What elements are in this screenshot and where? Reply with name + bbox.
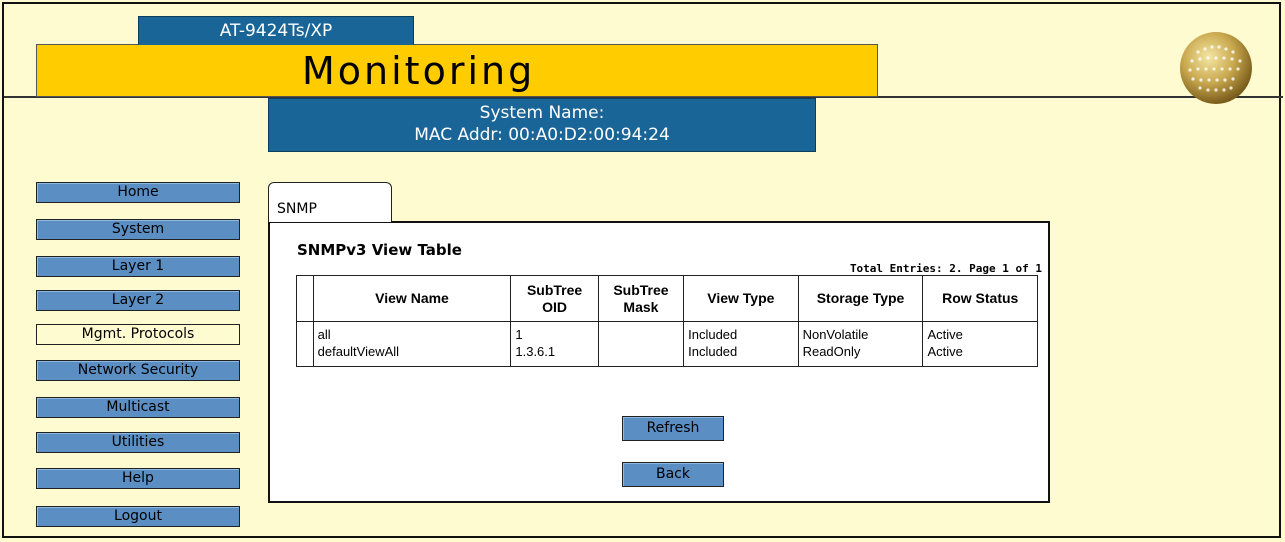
nav-layer1-button[interactable]: Layer 1 bbox=[36, 256, 240, 277]
table-cell: Included bbox=[683, 321, 799, 344]
table-header-row: View Name SubTree OID SubTree Mask View … bbox=[296, 275, 1038, 322]
nav-utilities-button[interactable]: Utilities bbox=[36, 432, 240, 453]
table-cell: all bbox=[312, 321, 512, 344]
table-cell: Included bbox=[683, 344, 799, 367]
table-cell: NonVolatile bbox=[797, 321, 924, 344]
column-header: Storage Type bbox=[797, 275, 924, 322]
table-cell: Active bbox=[922, 321, 1038, 344]
nav-logout-button[interactable]: Logout bbox=[36, 506, 240, 527]
table-cell bbox=[597, 344, 685, 367]
mac-address-label: MAC Addr: 00:A0:D2:00:94:24 bbox=[414, 125, 670, 145]
system-info-box: System Name: MAC Addr: 00:A0:D2:00:94:24 bbox=[268, 98, 816, 152]
globe-icon bbox=[1180, 32, 1252, 104]
table-cell: 1 bbox=[510, 321, 599, 344]
table-cell: ReadOnly bbox=[797, 344, 924, 367]
column-header: SubTree Mask bbox=[597, 275, 685, 322]
row-selector[interactable] bbox=[296, 321, 314, 344]
table-cell: 1.3.6.1 bbox=[510, 344, 599, 367]
model-label: AT-9424Ts/XP bbox=[138, 16, 414, 45]
table-row[interactable]: all 1 Included NonVolatile Active bbox=[296, 321, 1038, 344]
row-selector[interactable] bbox=[296, 344, 314, 367]
column-header: Row Status bbox=[922, 275, 1038, 322]
nav-network-security-button[interactable]: Network Security bbox=[36, 360, 240, 381]
table-title: SNMPv3 View Table bbox=[297, 241, 462, 259]
nav-system-button[interactable]: System bbox=[36, 219, 240, 240]
table-row[interactable]: defaultViewAll 1.3.6.1 Included ReadOnly… bbox=[296, 344, 1038, 367]
table-cell: Active bbox=[922, 344, 1038, 367]
snmp-view-table: View Name SubTree OID SubTree Mask View … bbox=[296, 275, 1038, 367]
nav-home-button[interactable]: Home bbox=[36, 182, 240, 203]
nav-mgmt-protocols-button[interactable]: Mgmt. Protocols bbox=[36, 324, 240, 345]
table-cell: defaultViewAll bbox=[312, 344, 512, 367]
content-panel: SNMPv3 View Table Total Entries: 2. Page… bbox=[268, 221, 1050, 503]
page-title: Monitoring bbox=[302, 49, 536, 93]
column-header: View Type bbox=[683, 275, 799, 322]
nav-help-button[interactable]: Help bbox=[36, 468, 240, 489]
nav-layer2-button[interactable]: Layer 2 bbox=[36, 290, 240, 311]
table-cell bbox=[597, 321, 685, 344]
column-header: View Name bbox=[312, 275, 512, 322]
back-button[interactable]: Back bbox=[622, 462, 724, 487]
refresh-button[interactable]: Refresh bbox=[622, 416, 724, 441]
select-column-header bbox=[296, 275, 314, 322]
total-entries-label: Total Entries: 2. Page 1 of 1 bbox=[849, 262, 1042, 275]
tab-snmp[interactable]: SNMP bbox=[268, 182, 392, 222]
page-frame: AT-9424Ts/XP Monitoring System Name: MAC… bbox=[2, 2, 1283, 538]
system-name-label: System Name: bbox=[479, 103, 605, 123]
nav-multicast-button[interactable]: Multicast bbox=[36, 397, 240, 418]
column-header: SubTree OID bbox=[510, 275, 599, 322]
